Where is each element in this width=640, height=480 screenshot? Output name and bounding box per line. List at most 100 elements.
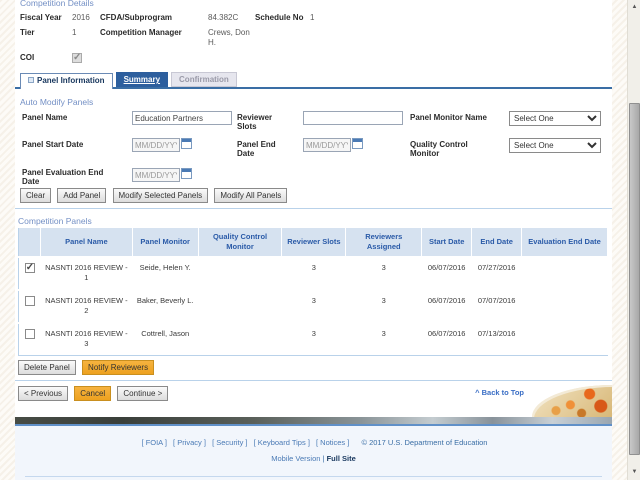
decorative-photo-bar bbox=[15, 417, 612, 424]
calendar-icon[interactable] bbox=[181, 168, 192, 179]
fiscal-year-value: 2016 bbox=[72, 13, 100, 23]
start-date-cell: 06/07/2016 bbox=[422, 290, 472, 323]
section-divider bbox=[15, 380, 612, 381]
competition-details-title: Competition Details bbox=[20, 0, 612, 8]
qc-monitor-header: Quality Control Monitor bbox=[198, 228, 282, 257]
scrollbar-thumb[interactable] bbox=[629, 103, 640, 455]
main-content: Competition Details Fiscal Year 2016 CFD… bbox=[15, 0, 612, 480]
table-row: NASNTI 2016 REVIEW - 3 Cottrell, Jason 3… bbox=[19, 323, 608, 356]
calendar-icon[interactable] bbox=[352, 138, 363, 149]
start-date-cell: 06/07/2016 bbox=[422, 323, 472, 356]
delete-panel-button[interactable]: Delete Panel bbox=[18, 360, 76, 375]
table-header-row: Panel Name Panel Monitor Quality Control… bbox=[19, 228, 608, 257]
reviewer-slots-input[interactable] bbox=[303, 111, 403, 125]
panel-monitor-select[interactable]: Select One bbox=[509, 111, 601, 126]
quality-control-monitor-select[interactable]: Select One bbox=[509, 138, 601, 153]
scroll-down-arrow-icon[interactable]: ▼ bbox=[628, 465, 640, 480]
tab-confirmation: Confirmation bbox=[171, 72, 237, 87]
tab-strip: Panel Information Summary Confirmation bbox=[15, 70, 612, 89]
fiscal-year-label: Fiscal Year bbox=[20, 13, 72, 23]
reviewers-assigned-cell: 3 bbox=[346, 257, 422, 290]
qc-monitor-cell bbox=[198, 323, 282, 356]
cfda-value: 84.382C bbox=[208, 13, 255, 23]
select-column-header bbox=[19, 228, 41, 257]
tab-panel-information[interactable]: Panel Information bbox=[20, 73, 113, 89]
footer-link-security[interactable]: Security bbox=[212, 438, 247, 447]
panel-monitor-header: Panel Monitor bbox=[132, 228, 198, 257]
modify-selected-panels-button[interactable]: Modify Selected Panels bbox=[113, 188, 209, 203]
page: Competition Details Fiscal Year 2016 CFD… bbox=[0, 0, 640, 480]
table-actions: Delete Panel Notify Reviewers bbox=[18, 360, 612, 375]
tier-label: Tier bbox=[20, 28, 72, 48]
modify-all-panels-button[interactable]: Modify All Panels bbox=[214, 188, 287, 203]
footer-link-keyboard-tips[interactable]: Keyboard Tips bbox=[254, 438, 310, 447]
end-date-cell: 07/27/2016 bbox=[472, 257, 522, 290]
start-date-cell: 06/07/2016 bbox=[422, 257, 472, 290]
row-checkbox[interactable] bbox=[25, 296, 35, 306]
vertical-scrollbar[interactable]: ▲ ▼ bbox=[627, 0, 640, 480]
reviewer-slots-cell: 3 bbox=[282, 290, 346, 323]
coi-checkbox bbox=[72, 53, 82, 63]
footer-links: FOIA Privacy Security Keyboard Tips Noti… bbox=[15, 438, 612, 447]
calendar-icon[interactable] bbox=[181, 138, 192, 149]
footer-divider bbox=[25, 476, 602, 477]
clear-button[interactable]: Clear bbox=[20, 188, 51, 203]
schedule-no-value: 1 bbox=[310, 13, 612, 23]
end-date-cell: 07/13/2016 bbox=[472, 323, 522, 356]
panel-start-date-input[interactable] bbox=[132, 138, 180, 152]
tier-value: 1 bbox=[72, 28, 100, 48]
end-date-cell: 07/07/2016 bbox=[472, 290, 522, 323]
schedule-no-label: Schedule No bbox=[255, 13, 310, 23]
start-date-header: Start Date bbox=[422, 228, 472, 257]
end-date-header: End Date bbox=[472, 228, 522, 257]
evaluation-end-date-cell bbox=[522, 257, 608, 290]
cancel-button[interactable]: Cancel bbox=[74, 386, 111, 401]
competition-manager-label: Competition Manager bbox=[100, 28, 208, 48]
panel-monitor-name-label: Panel Monitor Name bbox=[410, 113, 505, 122]
quality-control-monitor-label: Quality Control Monitor bbox=[410, 140, 480, 158]
notify-reviewers-button[interactable]: Notify Reviewers bbox=[82, 360, 154, 375]
panel-name-cell: NASNTI 2016 REVIEW - 2 bbox=[40, 290, 132, 323]
cfda-label: CFDA/Subprogram bbox=[100, 13, 208, 23]
evaluation-end-date-header: Evaluation End Date bbox=[522, 228, 608, 257]
competition-details-grid: Fiscal Year 2016 CFDA/Subprogram 84.382C… bbox=[20, 13, 612, 63]
competition-panels-table: Panel Name Panel Monitor Quality Control… bbox=[18, 228, 608, 356]
scroll-up-arrow-icon[interactable]: ▲ bbox=[628, 0, 640, 15]
back-to-top-link[interactable]: ^ Back to Top bbox=[475, 388, 524, 397]
auto-modify-form: Panel Name Reviewer Slots Panel Monitor … bbox=[15, 110, 612, 184]
panel-monitor-cell: Baker, Beverly L. bbox=[132, 290, 198, 323]
continue-button[interactable]: Continue > bbox=[117, 386, 168, 401]
footer-link-privacy[interactable]: Privacy bbox=[173, 438, 206, 447]
row-checkbox[interactable] bbox=[25, 329, 35, 339]
panel-end-date-label: Panel End Date bbox=[237, 140, 282, 158]
panel-name-cell: NASNTI 2016 REVIEW - 1 bbox=[40, 257, 132, 290]
auto-modify-panels-title: Auto Modify Panels bbox=[20, 97, 612, 107]
collapse-icon bbox=[28, 77, 34, 83]
panel-monitor-cell: Cottrell, Jason bbox=[132, 323, 198, 356]
footer: FOIA Privacy Security Keyboard Tips Noti… bbox=[15, 426, 612, 480]
add-panel-button[interactable]: Add Panel bbox=[57, 188, 106, 203]
reviewer-slots-cell: 3 bbox=[282, 323, 346, 356]
table-row: NASNTI 2016 REVIEW - 2 Baker, Beverly L.… bbox=[19, 290, 608, 323]
section-divider bbox=[15, 208, 612, 209]
footer-site-toggle: Mobile Version | Full Site bbox=[15, 454, 612, 463]
row-checkbox[interactable] bbox=[25, 263, 35, 273]
mobile-version-link[interactable]: Mobile Version bbox=[271, 454, 320, 463]
panel-name-header: Panel Name bbox=[40, 228, 132, 257]
tab-summary[interactable]: Summary bbox=[116, 72, 168, 87]
reviewers-assigned-header: Reviewers Assigned bbox=[346, 228, 422, 257]
panel-evaluation-end-date-input[interactable] bbox=[132, 168, 180, 182]
footer-separator: | bbox=[323, 454, 325, 463]
reviewers-assigned-cell: 3 bbox=[346, 323, 422, 356]
table-row: NASNTI 2016 REVIEW - 1 Seide, Helen Y. 3… bbox=[19, 257, 608, 290]
form-buttons: Clear Add Panel Modify Selected Panels M… bbox=[20, 188, 612, 203]
panel-end-date-input[interactable] bbox=[303, 138, 351, 152]
full-site-label: Full Site bbox=[327, 454, 356, 463]
previous-button[interactable]: < Previous bbox=[18, 386, 68, 401]
panel-name-input[interactable] bbox=[132, 111, 232, 125]
panel-name-cell: NASNTI 2016 REVIEW - 3 bbox=[40, 323, 132, 356]
panel-evaluation-end-date-label: Panel Evaluation End Date bbox=[22, 168, 122, 186]
footer-link-foia[interactable]: FOIA bbox=[142, 438, 167, 447]
evaluation-end-date-cell bbox=[522, 323, 608, 356]
footer-link-notices[interactable]: Notices bbox=[316, 438, 349, 447]
